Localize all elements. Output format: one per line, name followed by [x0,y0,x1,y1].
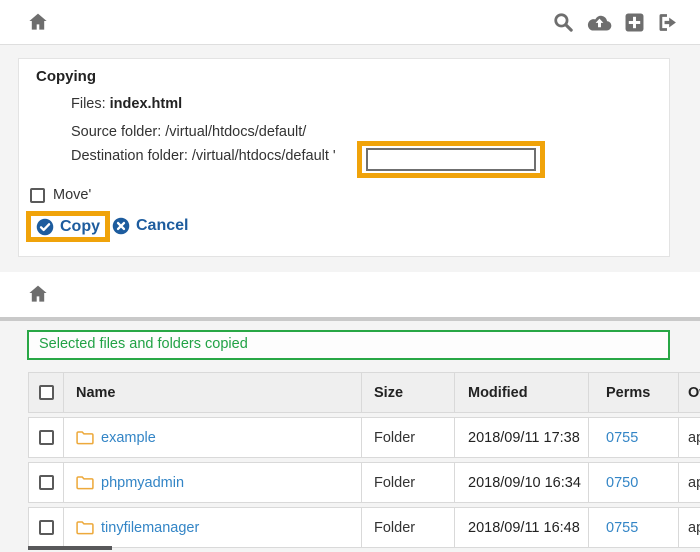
file-table: Name Size Modified Perms Owner example F… [28,372,700,552]
top-toolbar [0,0,700,45]
files-line: Files:index.html [71,96,182,112]
folder-icon [76,475,94,490]
table-row: example Folder 2018/09/11 17:38 0755 apa… [28,417,700,458]
file-perms-link[interactable]: 0750 [606,475,638,491]
toolbar-actions [553,12,678,38]
home-icon[interactable] [28,284,48,304]
folder-icon [76,520,94,535]
source-folder-value: /virtual/htdocs/default/ [165,124,306,140]
files-value: index.html [110,96,183,112]
file-modified: 2018/09/11 16:48 [454,508,588,547]
move-label: Move' [53,187,91,203]
sign-out-icon[interactable] [657,12,678,38]
search-icon[interactable] [553,12,574,38]
copy-dialog: Copying Files:index.html Source folder:/… [18,58,670,257]
file-name-link[interactable]: phpmyadmin [101,475,184,491]
move-checkbox[interactable] [30,188,45,203]
file-size: Folder [361,508,454,547]
destination-folder-value: /virtual/htdocs/default ' [192,148,336,164]
x-circle-icon [112,217,130,235]
file-name-link[interactable]: example [101,430,156,446]
home-icon[interactable] [28,12,48,32]
file-perms-link[interactable]: 0755 [606,430,638,446]
status-alert-message: Selected files and folders copied [39,336,248,352]
file-size: Folder [361,463,454,502]
check-circle-icon [36,218,54,236]
section-divider [0,317,700,321]
cancel-button[interactable]: Cancel [112,217,188,235]
upload-icon[interactable] [587,13,612,38]
dialog-title: Copying [36,68,96,85]
row-checkbox[interactable] [39,520,54,535]
file-modified: 2018/09/10 16:34 [454,463,588,502]
file-perms-link[interactable]: 0755 [606,520,638,536]
row-checkbox[interactable] [39,430,54,445]
table-header-row: Name Size Modified Perms Owner [28,372,700,413]
file-manager-toolbar [0,272,700,317]
source-folder-line: Source folder:/virtual/htdocs/default/ [71,124,306,140]
file-modified: 2018/09/11 17:38 [454,418,588,457]
annotation-highlight-copy-button: Copy [26,211,110,242]
file-size: Folder [361,418,454,457]
files-label: Files: [71,96,106,112]
select-all-checkbox[interactable] [39,385,54,400]
header-owner: Owner [678,373,700,412]
destination-folder-label: Destination folder: [71,148,188,164]
copy-button-label: Copy [60,218,100,236]
header-perms: Perms [588,373,678,412]
destination-folder-input[interactable] [366,148,536,171]
cancel-button-label: Cancel [136,217,188,235]
file-owner: apache [678,463,700,502]
source-folder-label: Source folder: [71,124,161,140]
copy-button[interactable]: Copy [36,218,100,236]
table-row: tinyfilemanager Folder 2018/09/11 16:48 … [28,507,700,548]
header-modified: Modified [454,373,588,412]
file-name-link[interactable]: tinyfilemanager [101,520,199,536]
folder-icon [76,430,94,445]
header-name: Name [63,373,361,412]
table-row: phpmyadmin Folder 2018/09/10 16:34 0750 … [28,462,700,503]
destination-folder-line: Destination folder:/virtual/htdocs/defau… [71,148,336,164]
move-option: Move' [30,187,91,203]
partial-bottom-element [28,546,112,550]
row-checkbox[interactable] [39,475,54,490]
new-item-icon[interactable] [625,13,644,37]
header-size: Size [361,373,454,412]
annotation-highlight-destination-input [357,141,545,178]
file-owner: apache [678,508,700,547]
status-alert: Selected files and folders copied [27,330,670,360]
file-owner: apache [678,418,700,457]
